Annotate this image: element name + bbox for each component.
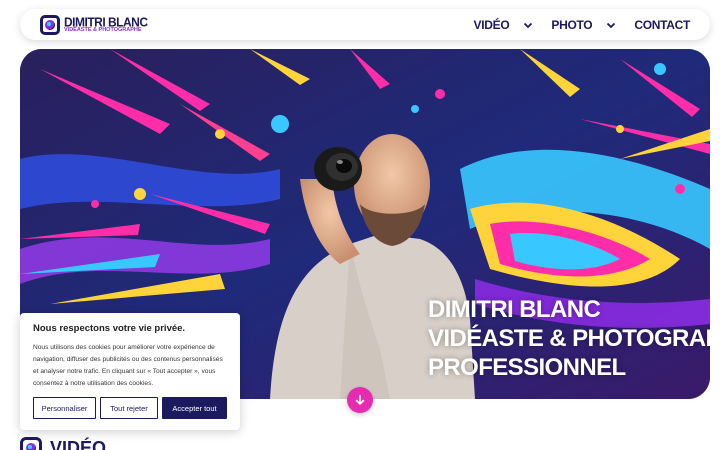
section-title: VIDÉO xyxy=(50,437,107,450)
accept-all-button[interactable]: Accepter tout xyxy=(162,397,227,419)
logo-title: DIMITRI BLANC xyxy=(64,14,148,30)
nav-label: CONTACT xyxy=(634,17,690,32)
nav-item-video[interactable]: VIDÉO xyxy=(474,18,534,32)
hero-title-line: PROFESSIONNEL xyxy=(428,354,626,381)
reject-all-button[interactable]: Tout rejeter xyxy=(100,397,158,419)
camera-lens-icon xyxy=(40,14,60,35)
nav-label: PHOTO xyxy=(551,17,593,32)
main-nav: VIDÉO PHOTO CONTACT xyxy=(474,18,691,32)
scroll-down-button[interactable] xyxy=(347,387,373,413)
chevron-down-icon xyxy=(524,22,533,28)
nav-item-contact[interactable]: CONTACT xyxy=(634,18,690,32)
cookie-buttons: Personnaliser Tout rejeter Accepter tout xyxy=(33,397,227,419)
cookie-title: Nous respectons votre vie privée. xyxy=(33,323,186,334)
nav-label: VIDÉO xyxy=(473,17,510,32)
hero-title: DIMITRI BLANC VIDÉASTE & PHOTOGRAPHE PRO… xyxy=(428,295,710,382)
section-heading-video: VIDÉO xyxy=(20,437,106,450)
chevron-down-icon xyxy=(607,22,616,28)
cookie-banner: Nous respectons votre vie privée. Nous u… xyxy=(20,313,240,430)
site-header: DIMITRI BLANC VIDÉASTE & PHOTOGRAPHE VID… xyxy=(20,9,710,40)
cookie-text: Nous utilisons des cookies pour améliore… xyxy=(33,344,223,387)
nav-item-photo[interactable]: PHOTO xyxy=(551,18,616,32)
logo[interactable]: DIMITRI BLANC VIDÉASTE & PHOTOGRAPHE xyxy=(40,14,148,35)
hero-title-line: DIMITRI BLANC xyxy=(428,296,601,323)
logo-text: DIMITRI BLANC VIDÉASTE & PHOTOGRAPHE xyxy=(64,14,148,34)
camera-lens-icon xyxy=(20,437,42,450)
customize-button[interactable]: Personnaliser xyxy=(33,397,96,419)
hero-title-line: VIDÉASTE & PHOTOGRAPHE xyxy=(428,325,710,352)
arrow-down-icon xyxy=(355,394,365,405)
